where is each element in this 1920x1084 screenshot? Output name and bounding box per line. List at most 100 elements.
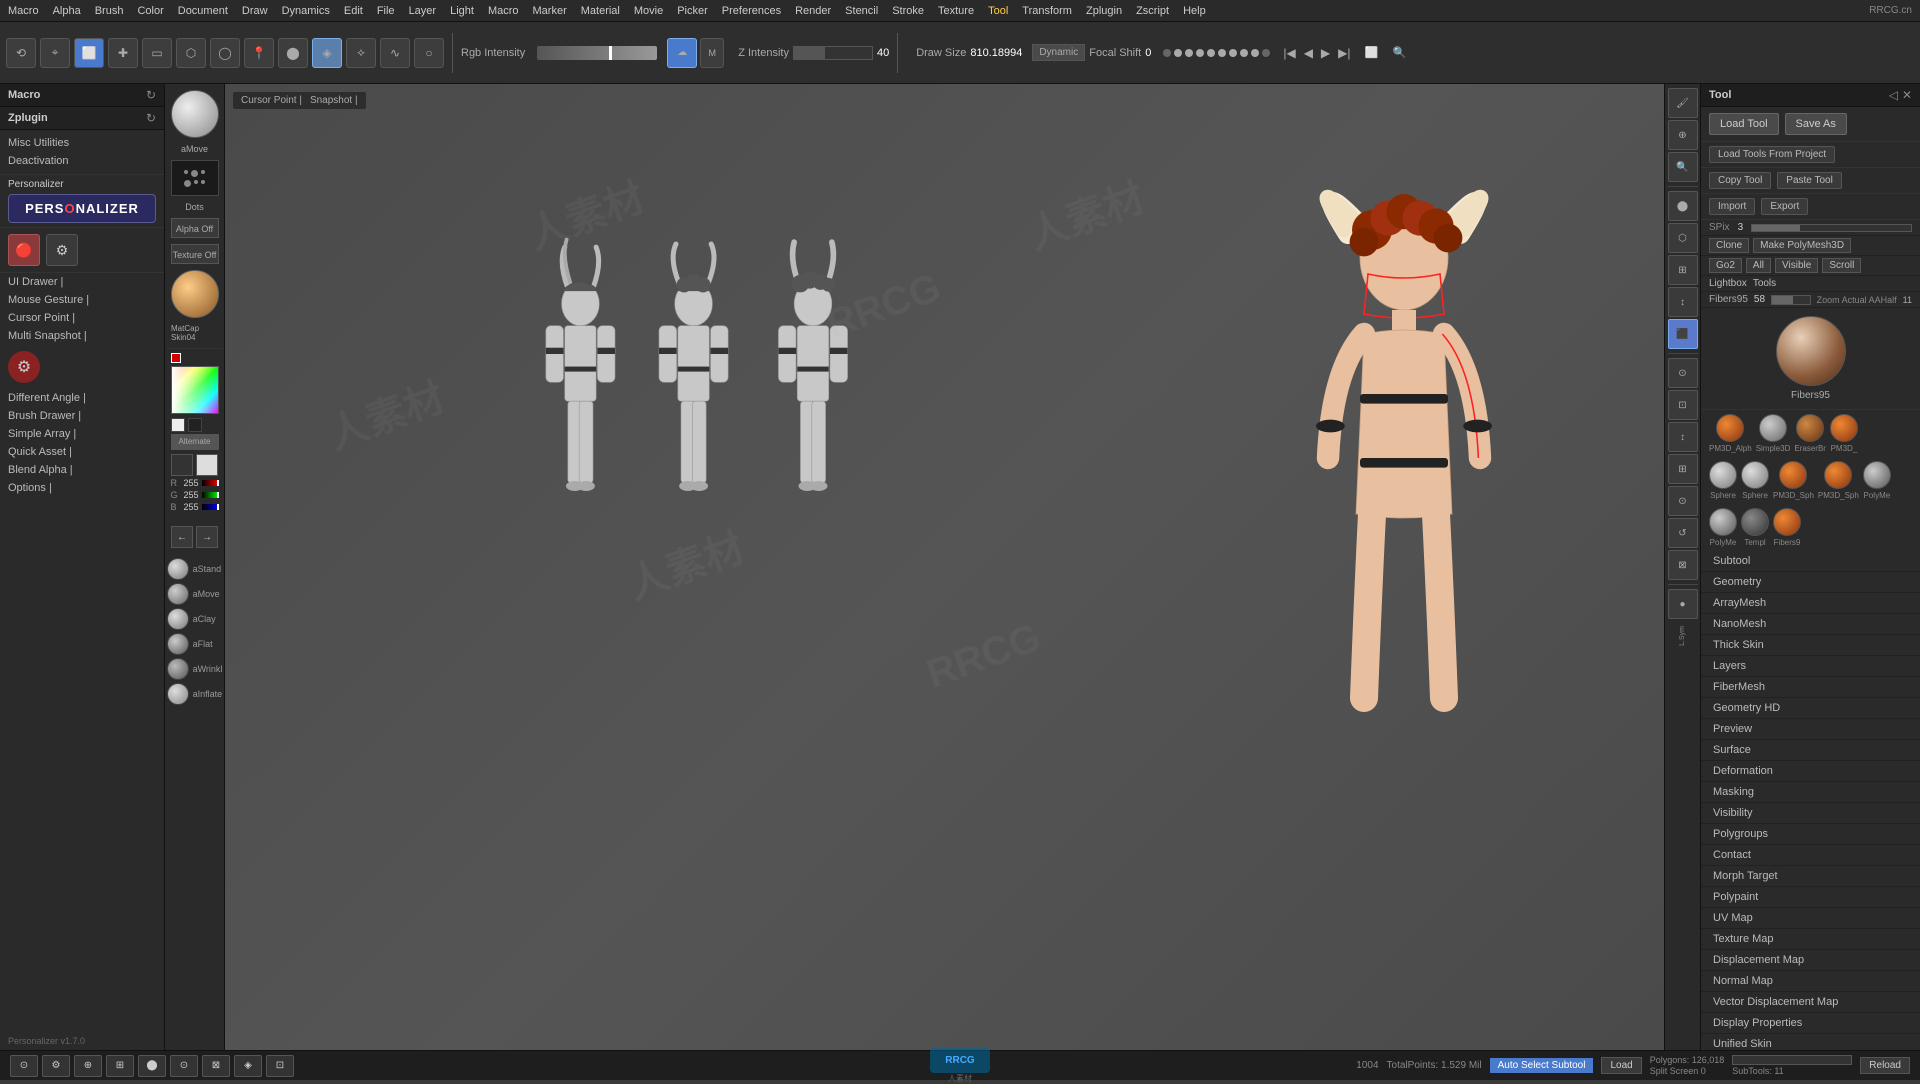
mouse-gesture-item[interactable]: Mouse Gesture |	[0, 291, 164, 309]
gear-icon-btn[interactable]: ⚙	[46, 234, 78, 266]
menu-picker[interactable]: Picker	[677, 5, 708, 17]
menu-fibermesh[interactable]: FiberMesh	[1701, 677, 1920, 698]
status-icon-6[interactable]: ⊙	[170, 1055, 198, 1077]
toolbar-square-btn[interactable]: ⬜	[1362, 43, 1382, 63]
tool-icon-brush[interactable]: 🖌	[1668, 88, 1698, 118]
nav-left[interactable]: |◀	[1280, 46, 1298, 60]
menu-macro[interactable]: Macro	[488, 5, 519, 17]
save-as-button[interactable]: Save As	[1785, 113, 1847, 135]
toolbar-active-btn[interactable]: ◈	[312, 38, 342, 68]
swatch-black[interactable]	[188, 418, 202, 432]
scroll-btn[interactable]: Scroll	[1822, 258, 1861, 273]
menu-preferences[interactable]: Preferences	[722, 5, 781, 17]
status-icon-9[interactable]: ⊡	[266, 1055, 294, 1077]
menu-uv-map[interactable]: UV Map	[1701, 908, 1920, 929]
menu-marker[interactable]: Marker	[533, 5, 567, 17]
status-icon-3[interactable]: ⊕	[74, 1055, 102, 1077]
toolbar-circle-btn[interactable]: ◯	[210, 38, 240, 68]
tool-icon-6[interactable]: ⊙	[1668, 358, 1698, 388]
menu-texture-map[interactable]: Texture Map	[1701, 929, 1920, 950]
menu-visibility[interactable]: Visibility	[1701, 803, 1920, 824]
tool-icon-9[interactable]: ⊞	[1668, 454, 1698, 484]
lightbox-label[interactable]: Lightbox	[1709, 278, 1747, 289]
menu-contact[interactable]: Contact	[1701, 845, 1920, 866]
fibers-slider[interactable]	[1771, 295, 1811, 305]
quick-asset-item[interactable]: Quick Asset |	[0, 443, 164, 461]
clone-btn[interactable]: Clone	[1709, 238, 1749, 253]
auto-select-button[interactable]: Auto Select Subtool	[1490, 1058, 1594, 1073]
load-tool-button[interactable]: Load Tool	[1709, 113, 1779, 135]
menu-displacement-map[interactable]: Displacement Map	[1701, 950, 1920, 971]
menu-zplugin[interactable]: Zplugin	[1086, 5, 1122, 17]
brush-drawer-item[interactable]: Brush Drawer |	[0, 407, 164, 425]
toolbar-mask-btn[interactable]: ⬤	[278, 38, 308, 68]
simple-array-item[interactable]: Simple Array |	[0, 425, 164, 443]
menu-dynamics[interactable]: Dynamics	[282, 5, 330, 17]
menu-normal-map[interactable]: Normal Map	[1701, 971, 1920, 992]
panel-close-icon[interactable]: ✕	[1902, 88, 1912, 102]
menu-surface[interactable]: Surface	[1701, 740, 1920, 761]
load-button-bottom[interactable]: Load	[1601, 1057, 1641, 1074]
nav-prev[interactable]: ◀	[1301, 46, 1316, 60]
tools-label[interactable]: Tools	[1753, 278, 1776, 289]
tool-icon-8[interactable]: ↕	[1668, 422, 1698, 452]
red-gear-icon[interactable]: ⚙	[8, 351, 40, 383]
status-icon-4[interactable]: ⊞	[106, 1055, 134, 1077]
cursor-point-display[interactable]: Cursor Point |	[241, 95, 302, 106]
toolbar-move-btn[interactable]: ⟲	[6, 38, 36, 68]
toolbar-sym-btn[interactable]: ⟡	[346, 38, 376, 68]
cursor-point-item[interactable]: Cursor Point |	[0, 309, 164, 327]
menu-light[interactable]: Light	[450, 5, 474, 17]
brush-switch-right[interactable]: →	[196, 526, 218, 548]
toolbar-search-btn[interactable]: 🔍	[1390, 43, 1410, 63]
import-btn[interactable]: Import	[1709, 198, 1755, 215]
tool-icon-3[interactable]: ⊞	[1668, 255, 1698, 285]
menu-deformation[interactable]: Deformation	[1701, 761, 1920, 782]
misc-utilities-item[interactable]: Misc Utilities	[0, 134, 164, 152]
menu-alpha[interactable]: Alpha	[53, 5, 81, 17]
ui-drawer-item[interactable]: UI Drawer |	[0, 273, 164, 291]
all-btn[interactable]: All	[1746, 258, 1771, 273]
tool-icon-10[interactable]: ⊙	[1668, 486, 1698, 516]
tool-icon-7[interactable]: ⊡	[1668, 390, 1698, 420]
alternate-btn[interactable]: Alternate	[171, 434, 219, 450]
panel-expand-icon[interactable]: ◁	[1889, 88, 1898, 102]
load-tools-from-project-btn[interactable]: Load Tools From Project	[1709, 146, 1835, 163]
rgb-intensity-bar[interactable]	[537, 46, 657, 60]
snapshot-display[interactable]: Snapshot |	[310, 95, 358, 106]
visible-btn[interactable]: Visible	[1775, 258, 1818, 273]
menu-geometry-hd[interactable]: Geometry HD	[1701, 698, 1920, 719]
z-intensity-slider[interactable]	[793, 46, 873, 60]
color-picker-gradient[interactable]	[171, 366, 219, 414]
menu-geometry[interactable]: Geometry	[1701, 572, 1920, 593]
menu-zscript[interactable]: Zscript	[1136, 5, 1169, 17]
deactivation-item[interactable]: Deactivation	[0, 152, 164, 170]
menu-color[interactable]: Color	[137, 5, 163, 17]
viewport[interactable]: 人素材 人素材 RRCG 人素材 RRCG 人素材 Cursor Point |…	[225, 84, 1664, 1050]
nav-right[interactable]: ▶|	[1335, 46, 1353, 60]
toolbar-material-btn[interactable]: M	[700, 38, 724, 68]
status-icon-8[interactable]: ◈	[234, 1055, 262, 1077]
toolbar-select-btn[interactable]: ⌖	[40, 38, 70, 68]
menu-polypaint[interactable]: Polypaint	[1701, 887, 1920, 908]
tool-icon-4[interactable]: ↕	[1668, 287, 1698, 317]
paste-tool-btn[interactable]: Paste Tool	[1777, 172, 1842, 189]
export-btn[interactable]: Export	[1761, 198, 1808, 215]
multi-snapshot-item[interactable]: Multi Snapshot |	[0, 327, 164, 345]
menu-stencil[interactable]: Stencil	[845, 5, 878, 17]
actual-label[interactable]: Actual	[1842, 295, 1867, 305]
swatch-white[interactable]	[171, 418, 185, 432]
spix-slider[interactable]	[1751, 224, 1912, 232]
menu-edit[interactable]: Edit	[344, 5, 363, 17]
status-icon-2[interactable]: ⚙	[42, 1055, 70, 1077]
toolbar-cloud-btn[interactable]: ☁	[667, 38, 697, 68]
alpha-off-btn[interactable]: Alpha Off	[171, 218, 219, 238]
menu-thick-skin[interactable]: Thick Skin	[1701, 635, 1920, 656]
menu-vector-displacement[interactable]: Vector Displacement Map	[1701, 992, 1920, 1013]
status-icon-7[interactable]: ⊠	[202, 1055, 230, 1077]
blend-alpha-item[interactable]: Blend Alpha |	[0, 461, 164, 479]
menu-stroke[interactable]: Stroke	[892, 5, 924, 17]
menu-draw[interactable]: Draw	[242, 5, 268, 17]
menu-tool[interactable]: Tool	[988, 5, 1008, 17]
refresh-icon[interactable]: ↻	[146, 88, 156, 102]
